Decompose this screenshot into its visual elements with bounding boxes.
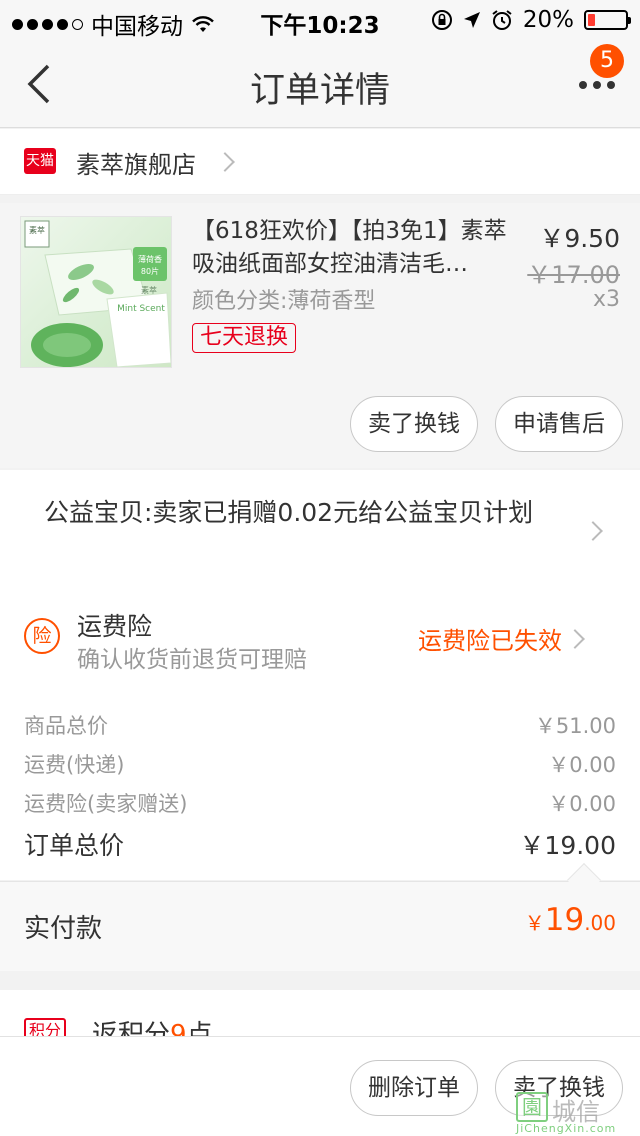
insurance-icon: 险 — [24, 618, 60, 654]
location-arrow-icon — [463, 12, 480, 28]
watermark-logo-icon: 園 — [516, 1092, 548, 1122]
product-price: ￥9.50 — [539, 224, 620, 253]
status-bar: 中国移动 下午10:23 20% — [0, 0, 640, 40]
summary-label: 运费险(卖家赠送) — [24, 792, 188, 816]
summary-line-shipping: 运费(快递) ￥0.00 — [24, 749, 616, 779]
summary-label: 商品总价 — [24, 714, 108, 738]
summary-value: ￥0.00 — [548, 753, 616, 777]
status-right: 20% — [431, 7, 631, 33]
page-title: 订单详情 — [249, 71, 390, 111]
order-total-label: 订单总价 — [24, 831, 125, 860]
summary-line-goods: 商品总价 ￥51.00 — [24, 710, 616, 740]
product-original-price: ￥17.00 — [527, 261, 620, 289]
paid-currency: ￥ — [524, 911, 545, 935]
watermark-url: JiChengXin.com — [516, 1122, 617, 1135]
product-sku: 颜色分类:薄荷香型 — [192, 289, 376, 314]
summary-line-insurance: 运费险(卖家赠送) ￥0.00 — [24, 788, 616, 818]
charity-donation-text[interactable]: 公益宝贝:卖家已捐赠0.02元给公益宝贝计划 — [44, 496, 574, 530]
summary-value: ￥0.00 — [548, 792, 616, 816]
summary-line-total: 订单总价 ￥19.00 — [24, 826, 616, 862]
chevron-right-icon — [583, 521, 603, 541]
product-image-count: 80片 — [141, 266, 159, 276]
chevron-right-icon — [215, 152, 235, 172]
sell-item-button[interactable]: 卖了换钱 — [350, 396, 478, 452]
product-image-brand: 素萃 — [29, 225, 45, 235]
alarm-icon — [492, 10, 512, 30]
return-policy-tag: 七天退换 — [192, 323, 297, 353]
insurance-status-link[interactable]: 运费险已失效 — [418, 621, 562, 656]
order-info-section: 公益宝贝:卖家已捐赠0.02元给公益宝贝计划 险 运费险 确认收货前退货可理赔 … — [0, 470, 640, 880]
battery-percent: 20% — [522, 7, 574, 33]
message-badge: 5 — [590, 44, 624, 78]
rotation-lock-icon — [431, 10, 452, 30]
order-total-value: ￥19.00 — [519, 831, 616, 860]
product-image-brand-2: 素萃 — [141, 285, 157, 295]
product-image: 素萃 薄荷香 80片 素萃 Mint Scent — [24, 220, 171, 367]
paid-integer: 19 — [544, 902, 585, 938]
shop-name: 素萃旗舰店 — [76, 151, 196, 179]
product-quantity: x3 — [592, 287, 620, 312]
product-thumbnail[interactable]: 素萃 薄荷香 80片 素萃 Mint Scent — [20, 216, 172, 368]
after-sale-button[interactable]: 申请售后 — [495, 396, 623, 452]
summary-label: 运费(快递) — [24, 753, 125, 777]
tmall-logo: 天猫 — [24, 148, 56, 174]
product-image-flavor: 薄荷香 — [138, 254, 162, 264]
paid-amount-row: 实付款 ￥19.00 — [0, 881, 640, 971]
summary-value: ￥51.00 — [534, 714, 616, 738]
product-title[interactable]: 【618狂欢价】【拍3免1】素萃吸油纸面部女控油清洁毛… — [192, 215, 517, 283]
site-watermark: 園 城信 JiChengXin.com — [516, 1090, 634, 1135]
paid-label: 实付款 — [24, 914, 103, 944]
chevron-right-icon — [565, 629, 585, 649]
battery-icon — [584, 10, 631, 30]
order-item[interactable]: 素萃 薄荷香 80片 素萃 Mint Scent 【618狂欢价】【拍3免1】素… — [0, 203, 640, 468]
paid-amount: ￥19.00 — [525, 902, 616, 938]
insurance-subtitle: 确认收货前退货可理赔 — [77, 647, 307, 673]
product-image-name: Mint Scent — [117, 304, 165, 314]
shop-row[interactable]: 天猫 素萃旗舰店 — [0, 129, 640, 195]
nav-bar: 订单详情 5 — [0, 40, 640, 128]
insurance-title: 运费险 — [77, 612, 153, 641]
paid-decimal: .00 — [584, 911, 616, 935]
delete-order-button[interactable]: 删除订单 — [350, 1060, 478, 1116]
